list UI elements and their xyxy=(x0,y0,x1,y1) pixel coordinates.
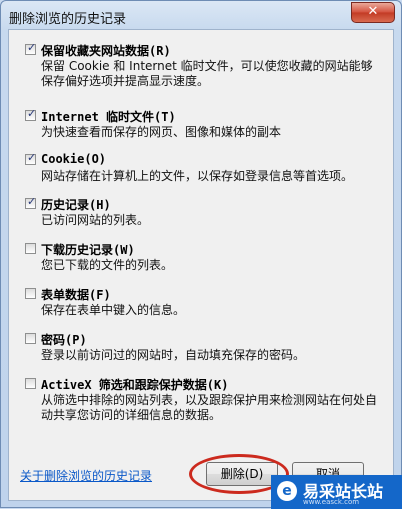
about-delete-history-link[interactable]: 关于删除浏览的历史记录 xyxy=(20,467,152,484)
option-label[interactable]: Internet 临时文件(T) xyxy=(41,108,176,125)
option-label[interactable]: 保留收藏夹网站数据(R) xyxy=(41,42,171,59)
option-checkbox[interactable] xyxy=(25,288,36,299)
option-description: 为快速查看而保存的网页、图像和媒体的副本 xyxy=(41,125,282,139)
option-checkbox[interactable] xyxy=(25,243,36,254)
option-checkbox[interactable]: ✓ xyxy=(25,41,37,55)
option-label[interactable]: Cookie(O) xyxy=(41,152,106,166)
option-checkbox[interactable] xyxy=(25,333,36,344)
dialog-body: ✓ 保留收藏夹网站数据(R) 保留 Cookie 和 Internet 临时文件，可… xyxy=(8,29,394,501)
option-description: 已访问网站的列表。 xyxy=(41,213,150,227)
option-description: 从筛选中排除的网站列表，以及跟踪保护用来检测网站在何处自动共享您访问的详细信息的… xyxy=(41,393,378,422)
watermark-badge: e 易采站长站 www.easck.com xyxy=(271,475,402,509)
check-icon: ✓ xyxy=(27,195,37,208)
option-label[interactable]: 历史记录(H) xyxy=(41,196,111,213)
option-checkbox[interactable] xyxy=(25,378,36,389)
option-description: 保留 Cookie 和 Internet 临时文件，可以使您收藏的网站能够保存偏… xyxy=(41,59,373,88)
option-label[interactable]: 下载历史记录(W) xyxy=(41,241,135,258)
check-icon: ✓ xyxy=(27,107,37,120)
watermark-subtext: www.easck.com xyxy=(303,498,360,506)
option-description: 您已下载的文件的列表。 xyxy=(41,258,174,272)
check-icon: ✓ xyxy=(27,41,37,54)
option-description: 保存在表单中键入的信息。 xyxy=(41,303,186,317)
close-button[interactable]: ✕ xyxy=(351,2,395,23)
watermark-logo-icon: e xyxy=(277,481,297,501)
option-description: 登录以前访问过的网站时，自动填充保存的密码。 xyxy=(41,348,306,362)
option-checkbox[interactable]: ✓ xyxy=(25,195,37,209)
option-description: 网站存储在计算机上的文件，以保存如登录信息等首选项。 xyxy=(41,169,354,183)
check-icon: ✓ xyxy=(27,151,37,164)
option-checkbox[interactable]: ✓ xyxy=(25,151,37,165)
option-label[interactable]: 密码(P) xyxy=(41,331,87,348)
dialog-window: 删除浏览的历史记录 ✕ ✓ 保留收藏夹网站数据(R) 保留 Cookie 和 Int… xyxy=(0,0,402,509)
option-checkbox[interactable]: ✓ xyxy=(25,107,37,121)
option-label[interactable]: ActiveX 筛选和跟踪保护数据(K) xyxy=(41,376,228,393)
window-title: 删除浏览的历史记录 xyxy=(9,12,127,27)
option-label[interactable]: 表单数据(F) xyxy=(41,286,111,303)
